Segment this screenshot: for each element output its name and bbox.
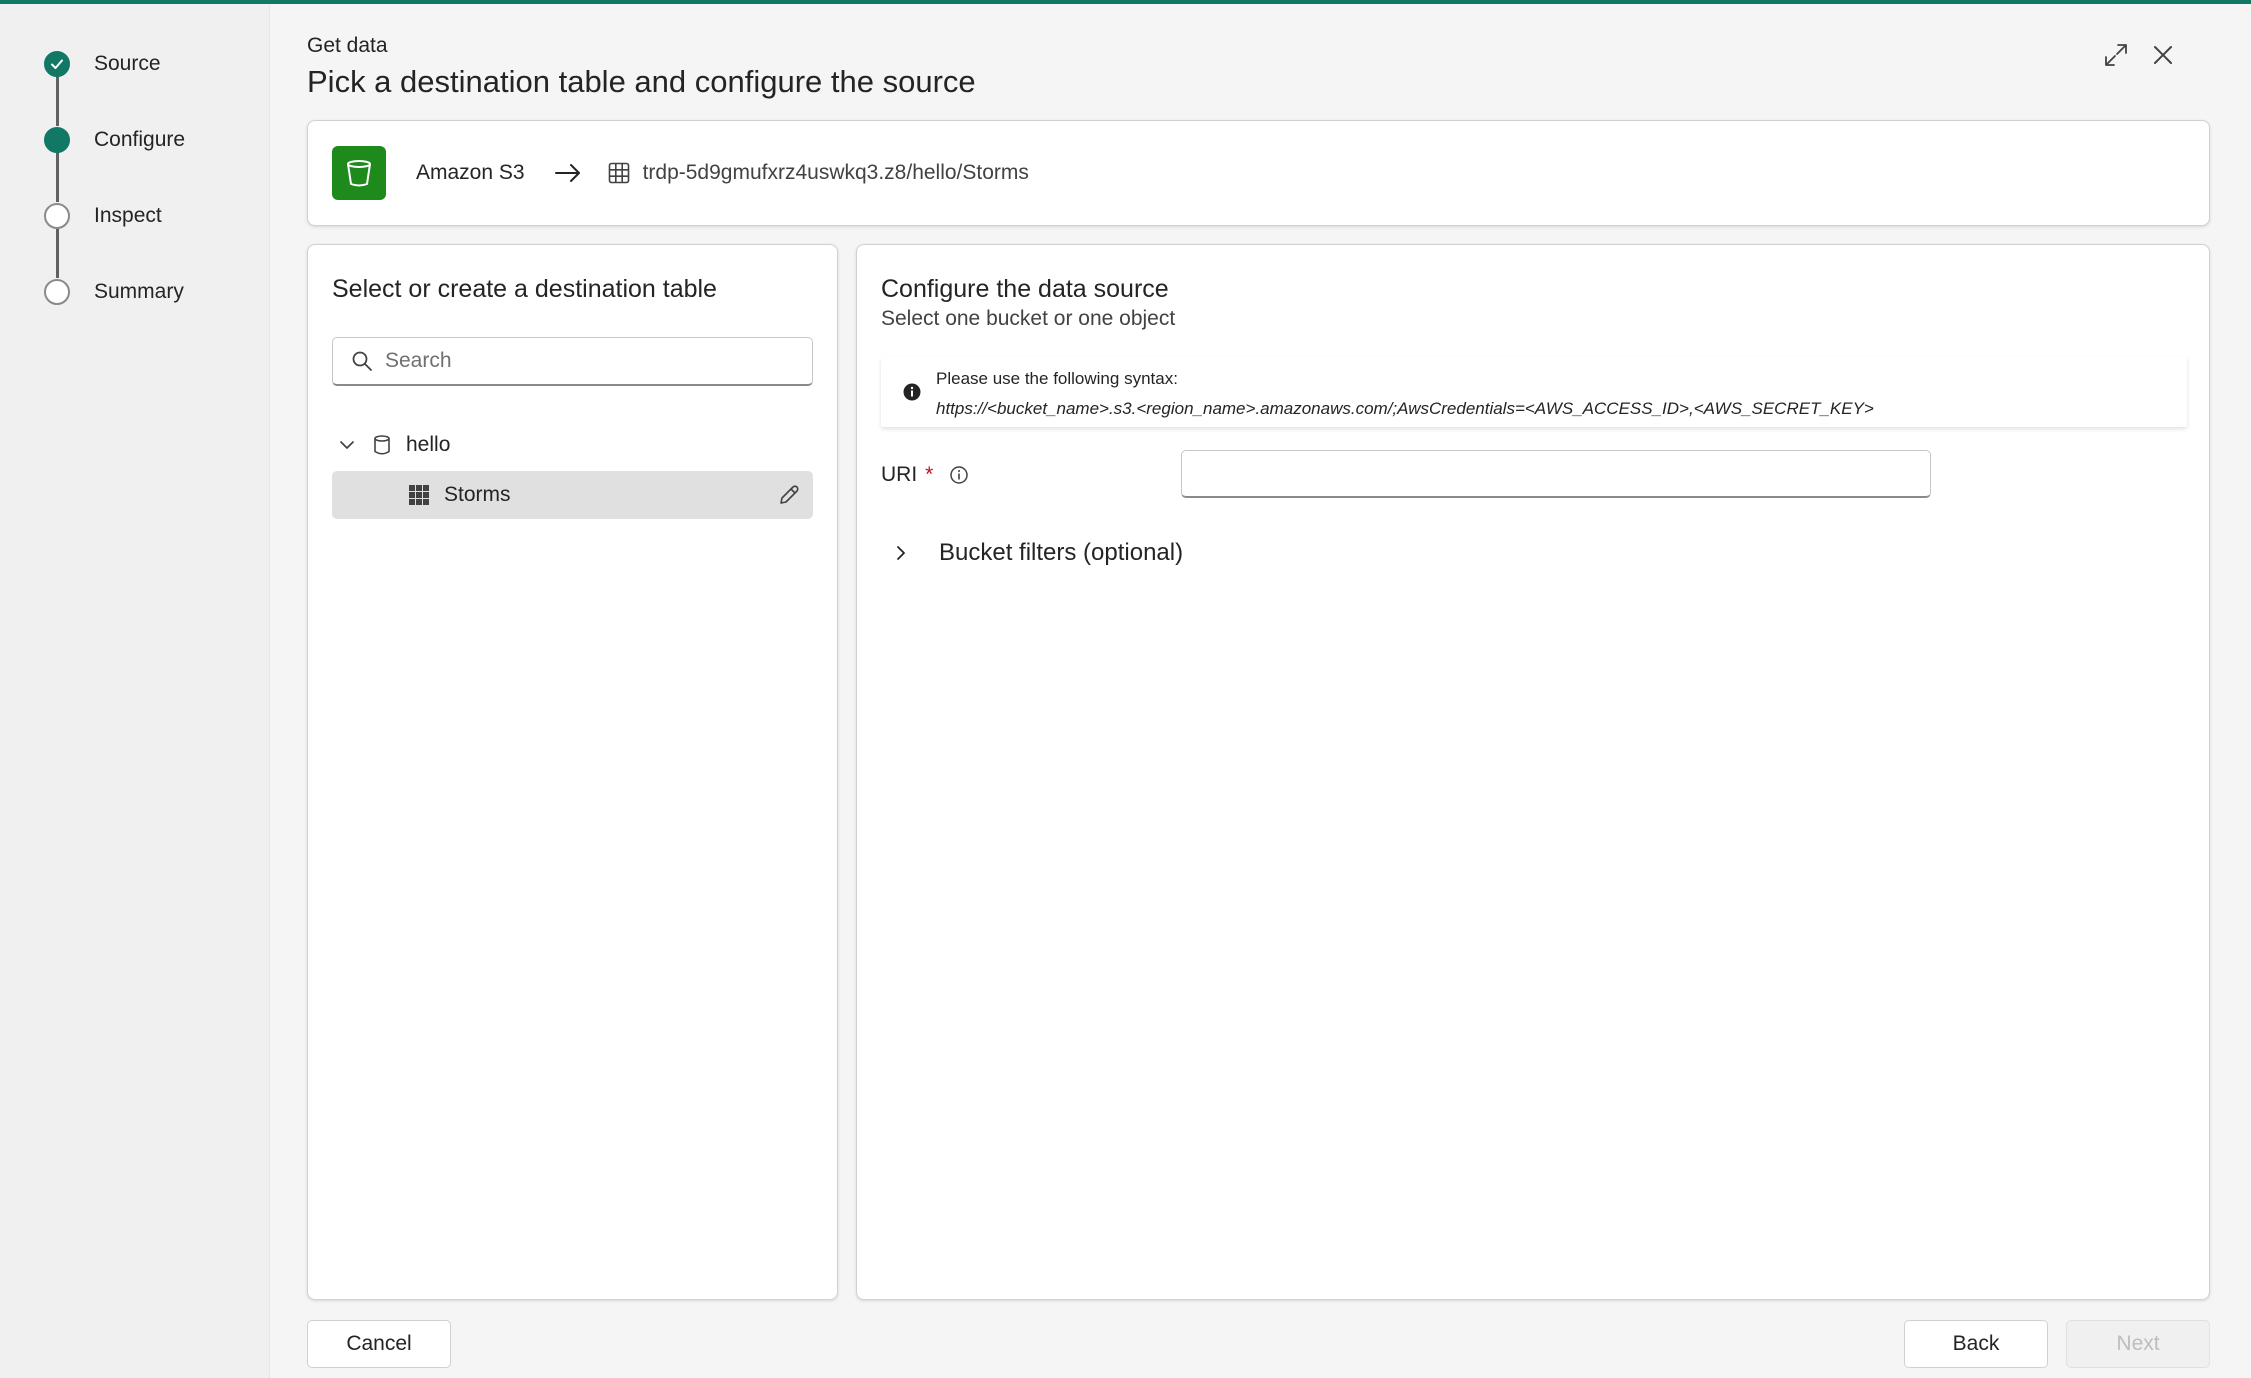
syntax-example: https://<bucket_name>.s3.<region_name>.a… <box>936 399 1874 418</box>
table-icon <box>608 162 629 184</box>
amazon-s3-icon <box>332 146 386 200</box>
step-connector <box>56 226 59 278</box>
panel-title: Configure the data source <box>881 275 1169 303</box>
dialog-subtitle: Get data <box>307 34 388 57</box>
info-icon[interactable] <box>949 465 969 485</box>
search-field[interactable] <box>332 337 813 386</box>
close-icon <box>2154 46 2172 64</box>
expand-icon <box>2105 44 2127 66</box>
panel-title: Select or create a destination table <box>332 275 717 303</box>
uri-label: URI * <box>881 463 969 487</box>
tree-item-table-selected[interactable]: Storms <box>332 471 813 519</box>
info-filled-icon <box>903 383 921 401</box>
back-button[interactable]: Back <box>1904 1320 2048 1368</box>
step-label: Source <box>94 52 161 75</box>
source-name: Amazon S3 <box>416 161 525 184</box>
info-text: Please use the following syntax: <box>936 369 1178 388</box>
step-label: Configure <box>94 128 186 151</box>
panel-subtitle: Select one bucket or one object <box>881 307 1176 330</box>
database-icon <box>374 435 390 455</box>
main-content: Get data Pick a destination table and co… <box>270 4 2251 1378</box>
destination-path: trdp-5d9gmufxrz4uswkq3.z8/hello/Storms <box>642 161 1029 184</box>
close-button[interactable] <box>2146 38 2180 72</box>
database-name: hello <box>406 433 451 456</box>
edit-pencil-icon[interactable] <box>777 483 801 507</box>
arrow-right-icon <box>554 164 580 182</box>
step-pending-indicator <box>44 203 70 229</box>
next-button[interactable]: Next <box>2066 1320 2210 1368</box>
step-source[interactable]: Source <box>44 50 161 78</box>
get-data-dialog: Source Configure Inspect Summary Get dat… <box>0 4 2251 1378</box>
step-connector <box>56 150 59 202</box>
uri-field[interactable] <box>1181 450 1931 498</box>
step-label: Inspect <box>94 204 162 227</box>
syntax-info-banner: Please use the following syntax: https:/… <box>881 357 2187 427</box>
required-marker: * <box>925 463 934 486</box>
step-connector <box>56 74 59 126</box>
step-pending-indicator <box>44 279 70 305</box>
check-icon <box>44 51 70 77</box>
bucket-filters-expander[interactable]: Bucket filters (optional) <box>881 537 1183 569</box>
chevron-down-icon[interactable] <box>338 436 356 454</box>
search-icon <box>352 351 372 371</box>
table-grid-icon <box>409 485 429 505</box>
table-name: Storms <box>444 483 511 506</box>
step-active-indicator <box>44 127 70 153</box>
chevron-right-icon <box>881 537 921 569</box>
page-title: Pick a destination table and configure t… <box>307 64 976 99</box>
step-summary[interactable]: Summary <box>44 278 184 306</box>
step-inspect[interactable]: Inspect <box>44 202 162 230</box>
uri-label-text: URI <box>881 463 918 486</box>
cancel-button[interactable]: Cancel <box>307 1320 451 1368</box>
step-label: Summary <box>94 280 184 303</box>
wizard-stepper: Source Configure Inspect Summary <box>0 4 270 1378</box>
step-configure[interactable]: Configure <box>44 126 185 154</box>
search-input[interactable] <box>385 349 805 373</box>
tree-item-database[interactable]: hello <box>338 428 450 462</box>
destination-table-panel: Select or create a destination table hel… <box>307 244 838 1300</box>
bucket-filters-label: Bucket filters (optional) <box>939 539 1184 566</box>
expand-button[interactable] <box>2099 38 2133 72</box>
configure-source-panel: Configure the data source Select one buc… <box>856 244 2210 1300</box>
source-destination-summary: Amazon S3 trdp-5d9gmufxrz4uswkq3.z8/hell… <box>307 120 2210 226</box>
uri-input[interactable] <box>1182 451 1930 496</box>
